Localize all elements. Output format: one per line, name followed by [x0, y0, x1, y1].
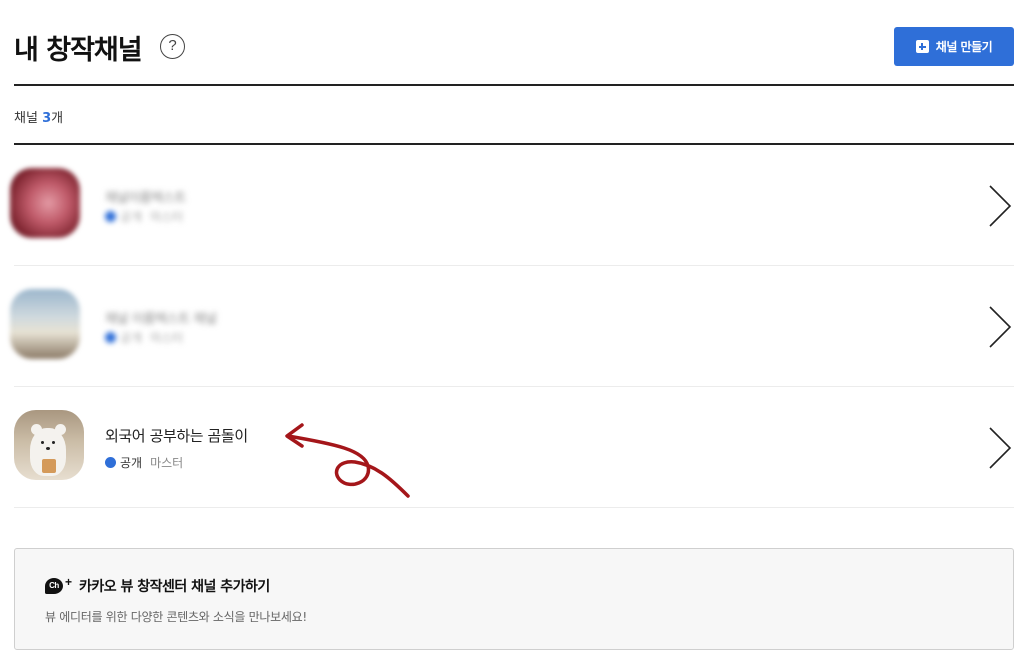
- channel-meta: 공개 마스터: [105, 454, 183, 471]
- polar-bear-avatar: [14, 410, 84, 480]
- channel-count-bar: 채널 3개: [14, 88, 1014, 145]
- channel-role: 마스터: [150, 456, 184, 470]
- chevron-right-icon[interactable]: [986, 305, 1014, 349]
- channel-role: 마스터: [150, 210, 184, 224]
- channel-name: 채널이름텍스트: [105, 191, 186, 206]
- status-dot-icon: [105, 332, 116, 343]
- status-dot-icon: [105, 211, 116, 222]
- channel-row[interactable]: 외국어 공부하는 곰돌이 공개 마스터: [14, 387, 1014, 508]
- kakao-channel-plus-icon: Ch +: [45, 575, 73, 595]
- channel-thumbnail: [10, 168, 80, 238]
- channel-visibility: 공개: [120, 210, 143, 224]
- page-title: 내 창작채널: [14, 35, 143, 66]
- channel-count: 채널 3개: [14, 111, 64, 126]
- channel-visibility: 공개: [120, 331, 143, 345]
- channel-meta: 공개 마스터: [105, 329, 183, 346]
- chevron-right-icon[interactable]: [986, 184, 1014, 228]
- channel-name: 외국어 공부하는 곰돌이: [105, 427, 248, 445]
- channel-row[interactable]: 채널 이름텍스트 채널 공개 마스터: [10, 266, 1014, 387]
- channel-thumbnail: [10, 289, 80, 359]
- create-channel-label: 채널 만들기: [935, 40, 993, 54]
- channel-row[interactable]: 채널이름텍스트 공개 마스터: [10, 145, 1014, 266]
- promo-description: 뷰 에디터를 위한 다양한 콘텐츠와 소식을 만나보세요!: [45, 610, 307, 624]
- channel-count-number: 3: [42, 111, 52, 126]
- create-channel-button[interactable]: 채널 만들기: [894, 27, 1014, 66]
- question-circle-icon[interactable]: ?: [160, 34, 185, 59]
- promo-title-row: Ch + 카카오 뷰 창작센터 채널 추가하기: [45, 575, 270, 596]
- page-header: 내 창작채널 ? 채널 만들기: [14, 0, 1014, 86]
- channel-name: 채널 이름텍스트 채널: [105, 312, 217, 327]
- channel-role: 마스터: [150, 331, 184, 345]
- promo-title: 카카오 뷰 창작센터 채널 추가하기: [79, 579, 270, 595]
- channel-visibility: 공개: [120, 456, 143, 470]
- plus-square-icon: [915, 40, 929, 53]
- chevron-right-icon[interactable]: [986, 426, 1014, 470]
- add-creator-center-channel-banner[interactable]: Ch + 카카오 뷰 창작센터 채널 추가하기 뷰 에디터를 위한 다양한 콘텐…: [14, 548, 1014, 650]
- channel-list: 채널이름텍스트 공개 마스터 채널 이름텍스트 채널 공개 마스터 외국어 공부…: [10, 145, 1014, 508]
- channel-meta: 공개 마스터: [105, 208, 183, 225]
- status-dot-icon: [105, 457, 116, 468]
